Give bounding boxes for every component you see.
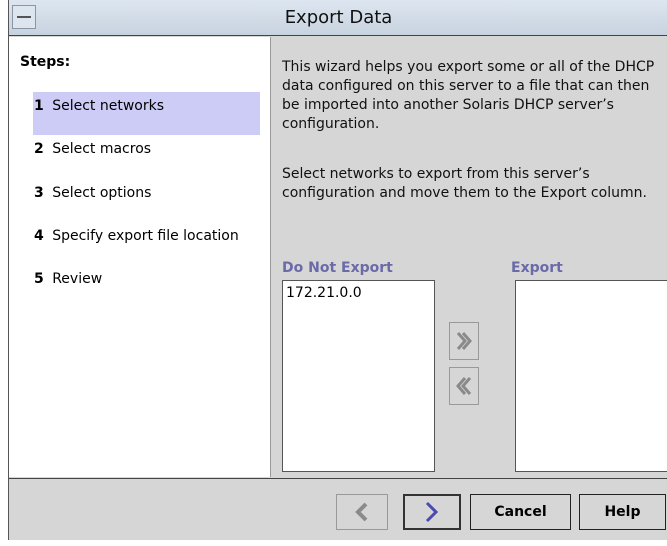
- do-not-export-list[interactable]: 172.21.0.0: [282, 280, 435, 472]
- step-select-options[interactable]: 3 Select options: [33, 179, 260, 222]
- step-label: Review: [52, 271, 103, 287]
- export-list[interactable]: [515, 280, 667, 472]
- list-item[interactable]: 172.21.0.0: [283, 281, 434, 305]
- step-label: Select macros: [52, 141, 152, 157]
- title-bar: Export Data: [9, 0, 667, 36]
- instruction-text: Select networks to export from this serv…: [282, 166, 647, 201]
- step-number: 2: [34, 141, 44, 157]
- step-review[interactable]: 5 Review: [33, 265, 260, 308]
- step-number: 1: [34, 98, 44, 114]
- double-chevron-right-icon: [456, 332, 472, 350]
- help-button[interactable]: Help: [579, 494, 666, 530]
- steps-pane: Steps: 1 Select networks 2 Select macros…: [9, 37, 271, 477]
- step-select-networks[interactable]: 1 Select networks: [33, 92, 260, 135]
- step-label: Specify export file location: [52, 228, 239, 244]
- export-label: Export: [511, 260, 563, 276]
- next-button[interactable]: [403, 494, 461, 530]
- step-specify-export-file-location[interactable]: 4 Specify export file location: [33, 222, 273, 265]
- back-button[interactable]: [336, 494, 388, 530]
- footer-bar: Cancel Help: [9, 478, 667, 540]
- step-select-macros[interactable]: 2 Select macros: [33, 135, 260, 178]
- cancel-button[interactable]: Cancel: [470, 494, 571, 530]
- step-number: 3: [34, 185, 44, 201]
- back-chevron-icon: [355, 502, 368, 522]
- move-to-do-not-export-button[interactable]: [449, 367, 479, 405]
- window-title: Export Data: [284, 7, 393, 28]
- content-pane: This wizard helps you export some or all…: [271, 37, 667, 477]
- move-to-export-button[interactable]: [449, 322, 479, 360]
- double-chevron-left-icon: [456, 377, 472, 395]
- steps-heading: Steps:: [20, 54, 71, 70]
- step-number: 4: [34, 228, 44, 244]
- step-label: Select networks: [52, 98, 164, 114]
- export-data-dialog: Export Data Steps: 1 Select networks 2 S…: [8, 0, 667, 540]
- step-label: Select options: [52, 185, 152, 201]
- next-chevron-icon: [425, 501, 439, 523]
- intro-text: This wizard helps you export some or all…: [282, 59, 655, 132]
- step-number: 5: [34, 271, 44, 287]
- do-not-export-label: Do Not Export: [282, 260, 393, 276]
